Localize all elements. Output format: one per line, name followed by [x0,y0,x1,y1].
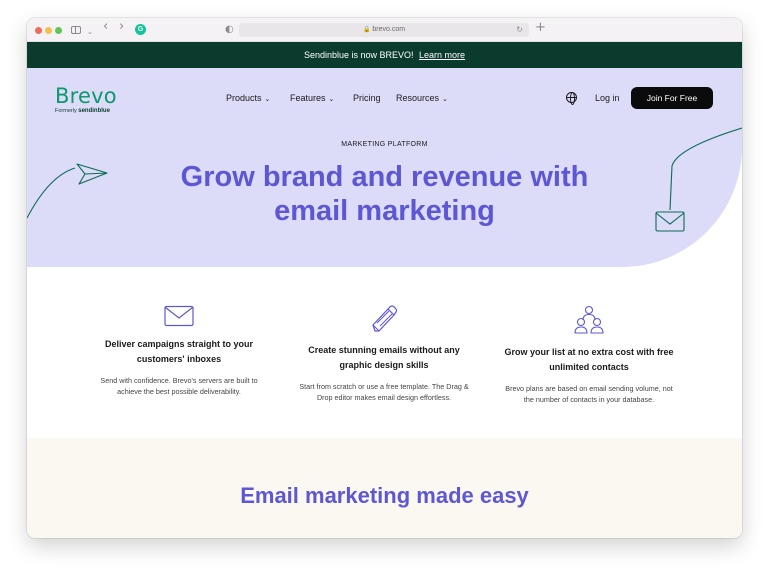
logo-tagline: Formerly sendinblue [55,108,110,114]
envelope-icon [164,305,194,327]
pencil-icon [372,305,398,332]
login-link[interactable]: Log in [595,92,620,104]
logo-wordmark: Brevo [55,84,117,108]
feature-description: Start from scratch or use a free templat… [299,382,469,402]
nav-resources[interactable]: Resources ⌄ [396,92,448,106]
nav-products[interactable]: Products ⌄ [226,92,270,106]
maximize-window-button[interactable] [55,27,62,34]
address-bar[interactable]: 🔒 brevo.com ↻ [239,23,529,37]
browser-toolbar: ⌄ ‹ › G ◐ 🔒 brevo.com ↻ + [27,18,742,42]
hero-section: Brevo Formerly sendinblue Products ⌄ Feat… [27,68,742,267]
address-url: 🔒 brevo.com [239,24,529,36]
feature-title: Create stunning emails without any graph… [308,345,460,370]
sidebar-toggle-icon[interactable] [71,26,81,34]
reload-button[interactable]: ↻ [516,24,523,36]
chevron-down-icon: ⌄ [442,96,448,103]
hero-eyebrow: MARKETING PLATFORM [341,141,428,148]
url-text: brevo.com [372,26,406,33]
section-title: Email marketing made easy [240,483,529,508]
language-globe-icon[interactable] [566,92,577,105]
feature-description: Send with confidence. Brevo's servers ar… [100,376,258,396]
feature-deliver: Deliver campaigns straight to your custo… [76,305,282,397]
contacts-icon [574,305,604,334]
feature-title: Deliver campaigns straight to your custo… [104,339,254,364]
brevo-logo[interactable]: Brevo Formerly sendinblue [55,85,117,114]
feature-grow: Grow your list at no extra cost with fre… [486,305,692,405]
feature-create: Create stunning emails without any graph… [281,305,487,403]
chevron-down-icon: ⌄ [264,96,271,103]
chevron-down-icon: ⌄ [328,96,335,103]
learn-more-link[interactable]: Learn more [419,50,465,60]
nav-pricing[interactable]: Pricing [353,92,381,104]
email-marketing-section: Email marketing made easy [27,438,742,538]
back-button[interactable]: ‹ [103,20,108,34]
nav-features[interactable]: Features ⌄ [290,92,334,106]
minimize-window-button[interactable] [45,27,52,34]
privacy-shield-icon[interactable]: ◐ [225,23,234,37]
feature-title: Grow your list at no extra cost with fre… [504,347,674,372]
announcement-bar: Sendinblue is now BREVO! Learn more [27,42,742,68]
lock-icon: 🔒 [362,27,371,33]
grammarly-extension-icon[interactable]: G [135,24,146,35]
chevron-down-icon[interactable]: ⌄ [87,25,93,39]
close-window-button[interactable] [35,27,42,34]
feature-description: Brevo plans are based on email sending v… [505,384,673,404]
forward-button[interactable]: › [119,20,124,34]
new-tab-button[interactable]: + [535,21,546,35]
browser-window: ⌄ ‹ › G ◐ 🔒 brevo.com ↻ + Sendinblue is … [27,18,742,538]
hero-headline: Grow brand and revenue with email market… [180,161,589,227]
announcement-text: Sendinblue is now BREVO! [303,50,414,60]
join-for-free-button[interactable]: Join For Free [631,87,713,109]
